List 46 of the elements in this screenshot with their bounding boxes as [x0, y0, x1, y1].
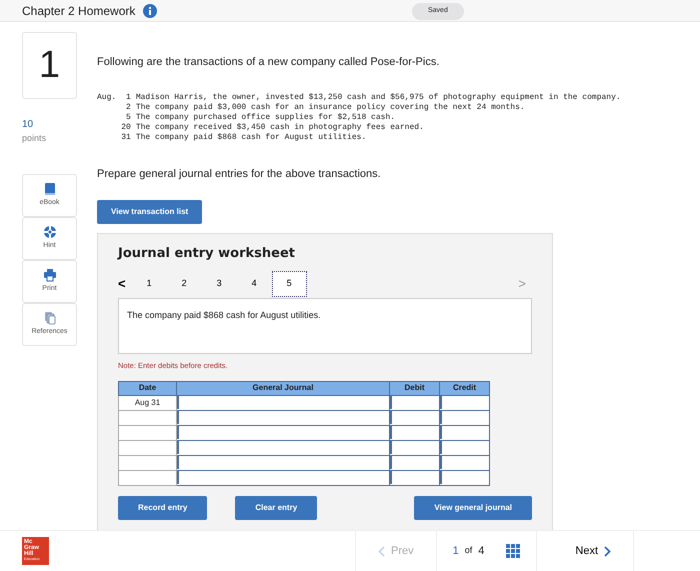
entry-description: The company paid $868 cash for August utilities. [118, 298, 532, 354]
transaction-day: 2 [121, 102, 131, 113]
previous-chevron[interactable]: < [118, 274, 132, 294]
transaction-text: The company paid $868 cash for August utilities. [136, 133, 368, 144]
transaction-text: The company purchased office supplies for $2,518 cash. [136, 112, 396, 123]
page-total: 4 [478, 544, 484, 559]
transaction-month: Aug. [97, 92, 116, 103]
page-title: Chapter 2 Homework [22, 2, 136, 20]
transaction-text: The company received $3,450 cash in photography fees earned. [136, 123, 425, 133]
instruction-text: Prepare general journal entries for the above transactions. [97, 166, 382, 182]
transaction-text: The company paid $3,000 cash for an insurance policy covering the next 24 months. [136, 102, 526, 113]
transaction-day: 1 [121, 92, 131, 103]
grid-icon[interactable] [506, 544, 520, 558]
column-header: Credit [440, 381, 490, 396]
transaction-day: 31 [121, 133, 131, 144]
column-header: Date [118, 381, 176, 396]
book-icon [42, 182, 56, 196]
question-number: 1 [22, 32, 77, 99]
chevron-left-icon [378, 546, 385, 556]
entry-tab[interactable]: 4 [236, 270, 272, 297]
points-value: 10 [22, 118, 34, 132]
chevron-right-icon [604, 546, 612, 556]
action-button[interactable]: Clear entry [235, 496, 318, 520]
page-of: of [464, 544, 472, 558]
action-button[interactable]: Record entry [118, 496, 208, 520]
entry-tab[interactable]: 1 [132, 270, 167, 297]
points-label: points [22, 132, 48, 145]
column-header: Debit [390, 381, 440, 396]
date-cell: Aug 31 [118, 395, 176, 410]
entry-tab[interactable]: 3 [202, 270, 237, 297]
next-button[interactable]: Next [569, 542, 618, 560]
page-number: 1 [452, 544, 459, 559]
transaction-text: Madison Harris, the owner, invested $13,250 cash and $56,975 of photography equipment in the company. [136, 92, 622, 103]
worksheet-title: Journal entry worksheet [118, 245, 296, 264]
printer-icon [42, 268, 56, 282]
transaction-day: 5 [121, 112, 131, 124]
lifebuoy-icon [42, 224, 56, 239]
action-button[interactable]: View general journal [414, 496, 532, 520]
documents-icon [42, 310, 56, 325]
intro-text: Following are the transactions of a new company called Pose-for-Pics. [97, 55, 440, 70]
entry-tab[interactable]: 2 [166, 270, 202, 297]
entry-tab[interactable]: 5 [272, 270, 307, 297]
transaction-day: 20 [121, 123, 131, 134]
column-header: General Journal [176, 381, 390, 396]
info-icon[interactable] [143, 4, 158, 18]
view-transaction-list-button[interactable]: View transaction list [97, 200, 202, 224]
